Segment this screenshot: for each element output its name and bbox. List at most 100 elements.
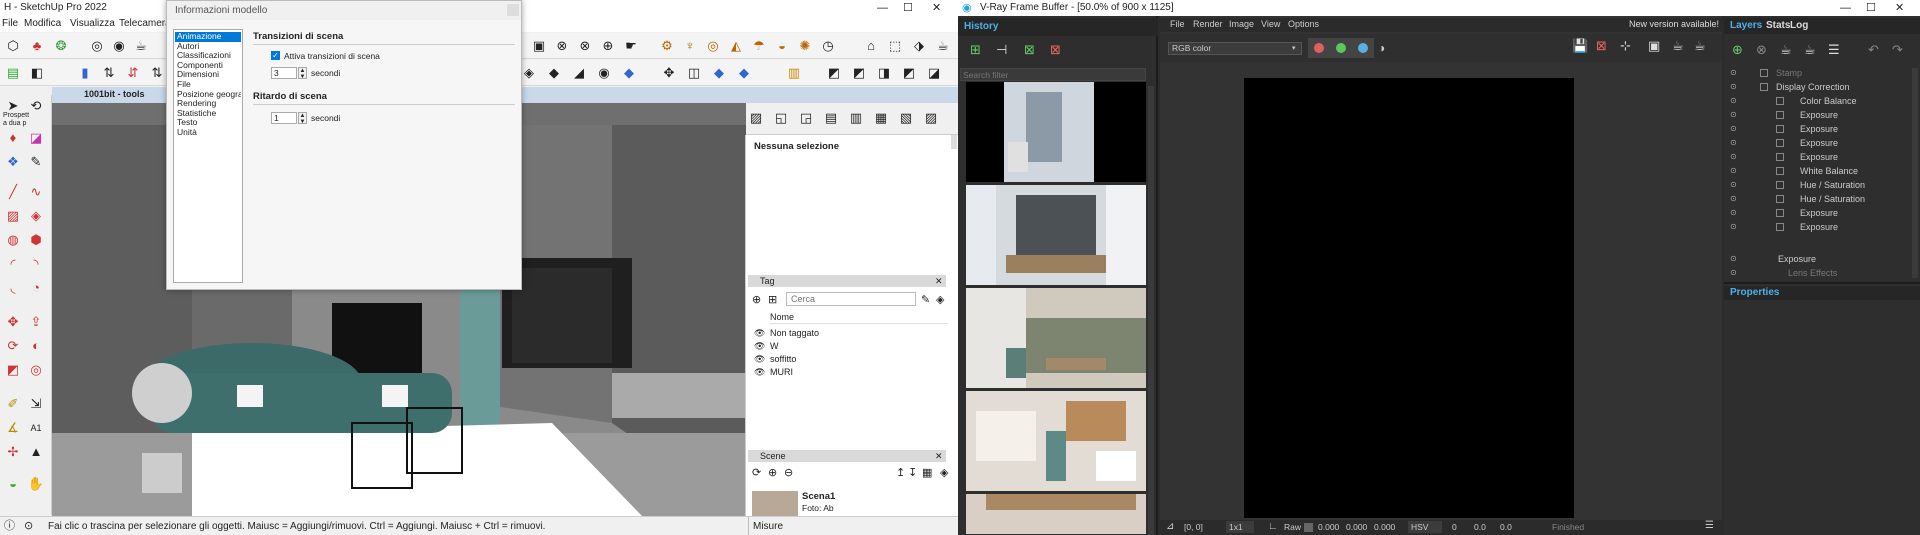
tag-detail-icon[interactable]: ◈ (936, 293, 944, 306)
blue-channel-toggle[interactable] (1358, 43, 1368, 53)
eye-icon[interactable]: ⊙ (1730, 150, 1737, 164)
track-mouse-icon[interactable]: ⊹ (1620, 38, 1631, 54)
line-icon[interactable]: ╱ (4, 183, 22, 201)
pan-tool-icon[interactable]: ✋ (27, 475, 45, 493)
scene-thumbnail[interactable] (752, 491, 798, 516)
remove-layer-icon[interactable]: ⊗ (1756, 42, 1767, 58)
layer-checkbox[interactable] (1776, 153, 1784, 161)
eye-icon[interactable]: ⊙ (1730, 122, 1737, 136)
arrow-icon[interactable]: ⇅ (100, 64, 118, 82)
clock-icon[interactable]: ◷ (819, 37, 837, 55)
category-dimensioni[interactable]: Dimensioni (175, 70, 241, 80)
layer-checkbox[interactable] (1776, 139, 1784, 147)
pushpull-icon[interactable]: ⇪ (27, 313, 45, 331)
eye-icon[interactable]: ⊙ (1730, 220, 1737, 234)
teapot-icon[interactable]: ☕ (132, 37, 150, 55)
layer-row[interactable]: ⊙ Exposure (1724, 150, 1904, 164)
box2-icon[interactable]: ⬗ (910, 37, 928, 55)
load-layers-icon[interactable]: ☕ (1804, 42, 1816, 58)
scene-panel-header[interactable]: Scene ✕ (748, 450, 946, 462)
scene-view-icon[interactable]: ▦ (922, 466, 932, 479)
clear-image-icon[interactable]: ⊠ (1596, 38, 1607, 54)
undo-icon[interactable]: ↶ (1868, 42, 1879, 58)
layer-checkbox[interactable] (1760, 83, 1768, 91)
layer-row[interactable]: ⊙ Color Balance (1724, 94, 1904, 108)
box-icon[interactable]: ⬚ (886, 37, 904, 55)
vray-menu-file[interactable]: File (1170, 19, 1185, 29)
scene-close-icon[interactable]: ✕ (935, 450, 943, 462)
wall16-icon[interactable]: ▧ (897, 109, 915, 127)
spot-icon[interactable]: ☂ (750, 37, 768, 55)
red-channel-toggle[interactable] (1314, 43, 1324, 53)
render-canvas[interactable] (1244, 78, 1574, 518)
pan-icon[interactable]: ◉ (110, 37, 128, 55)
tool2-icon[interactable]: ◩ (850, 64, 868, 82)
menu-file[interactable]: File (2, 16, 18, 32)
category-classificazioni[interactable]: Classificazioni (175, 51, 241, 61)
layer-row[interactable]: ⊙ White Balance (1724, 164, 1904, 178)
eye-icon[interactable]: ⊙ (1730, 164, 1737, 178)
layer-checkbox[interactable] (1776, 223, 1784, 231)
vray-menu-image[interactable]: Image (1229, 19, 1254, 29)
splitter[interactable] (1724, 282, 1920, 284)
layer-row[interactable]: ⊙ Hue / Saturation (1724, 178, 1904, 192)
tag-row[interactable]: 👁 soffitto (754, 354, 944, 367)
history-save-icon[interactable]: ⊞ (970, 42, 981, 58)
green-channel-toggle[interactable] (1336, 43, 1346, 53)
wall13-icon[interactable]: ▤ (822, 109, 840, 127)
channel-dropdown[interactable]: RGB color ▾ (1168, 42, 1302, 55)
history-load-icon[interactable]: ⊠ (1024, 42, 1035, 58)
history-search-input[interactable] (960, 68, 1146, 81)
move-icon[interactable]: ✥ (660, 64, 678, 82)
arrow3-icon[interactable]: ⇅ (148, 64, 166, 82)
eye-icon[interactable]: ⊙ (1730, 252, 1737, 266)
shape3-icon[interactable]: ◢ (570, 64, 588, 82)
plane-icon[interactable]: ⌂ (862, 37, 880, 55)
scene-add-icon[interactable]: ⊕ (768, 466, 777, 479)
bars-icon[interactable]: ▥ (785, 64, 803, 82)
category-statistiche[interactable]: Statistiche (175, 109, 241, 119)
delay-seconds-input[interactable]: 1 (271, 112, 297, 124)
tool4-icon[interactable]: ◩ (900, 64, 918, 82)
colorspace-select[interactable]: HSV (1408, 521, 1442, 533)
sun-icon[interactable]: ✺ (796, 37, 814, 55)
info-icon[interactable]: ⓘ (4, 517, 15, 535)
transition-seconds-input[interactable]: 3 (271, 67, 297, 79)
shape2-icon[interactable]: ◆ (545, 64, 563, 82)
save-image-icon[interactable]: 💾 (1572, 38, 1588, 54)
make-component-icon[interactable]: ❖ (4, 153, 22, 171)
wall17-icon[interactable]: ▨ (922, 109, 940, 127)
hand-icon[interactable]: ☛ (622, 37, 640, 55)
vray-minimize-icon[interactable]: — (1840, 0, 1851, 16)
stop-teapot-icon[interactable]: ☕ (1694, 38, 1706, 54)
preset-layers-icon[interactable]: ☰ (1828, 42, 1840, 58)
history-thumbnail[interactable] (966, 391, 1146, 491)
geo-icon[interactable]: ⊙ (24, 517, 33, 535)
add-tag-icon[interactable]: ⊕ (752, 293, 761, 306)
zoom-select[interactable]: 1x1 (1226, 521, 1254, 533)
category-file[interactable]: File (175, 80, 241, 90)
menu-telecamera[interactable]: Telecamera (119, 16, 171, 32)
eye-icon[interactable]: ⊙ (1730, 136, 1737, 150)
layer-icon[interactable]: ▤ (4, 64, 22, 82)
tag-panel-header[interactable]: Tag ✕ (748, 275, 946, 287)
vray-close-icon[interactable]: ✕ (1895, 0, 1904, 16)
scene-refresh-icon[interactable]: ⟳ (752, 466, 761, 479)
layer-checkbox[interactable] (1776, 167, 1784, 175)
log-tab[interactable]: Log (1790, 20, 1808, 31)
3dtext-icon[interactable]: ▲ (27, 443, 45, 461)
ring-icon[interactable]: ◎ (704, 37, 722, 55)
history-tab[interactable]: History (964, 21, 998, 32)
tool3-icon[interactable]: ◨ (875, 64, 893, 82)
category-posizione[interactable]: Posizione geografica (175, 90, 241, 100)
measurements-label[interactable]: Misure (748, 517, 958, 535)
rotated-rect-icon[interactable]: ◈ (27, 207, 45, 225)
delay-spinner[interactable]: ▲ ▼ (298, 112, 307, 125)
paint-bucket-icon[interactable]: ♦ (4, 129, 22, 147)
redo-icon[interactable]: ↷ (1892, 42, 1903, 58)
eye-icon[interactable]: ⊙ (1730, 206, 1737, 220)
vray-menu-view[interactable]: View (1261, 19, 1280, 29)
history-scrollbar[interactable] (1148, 86, 1154, 535)
shape4-icon[interactable]: ◉ (595, 64, 613, 82)
wall12-icon[interactable]: ◲ (797, 109, 815, 127)
